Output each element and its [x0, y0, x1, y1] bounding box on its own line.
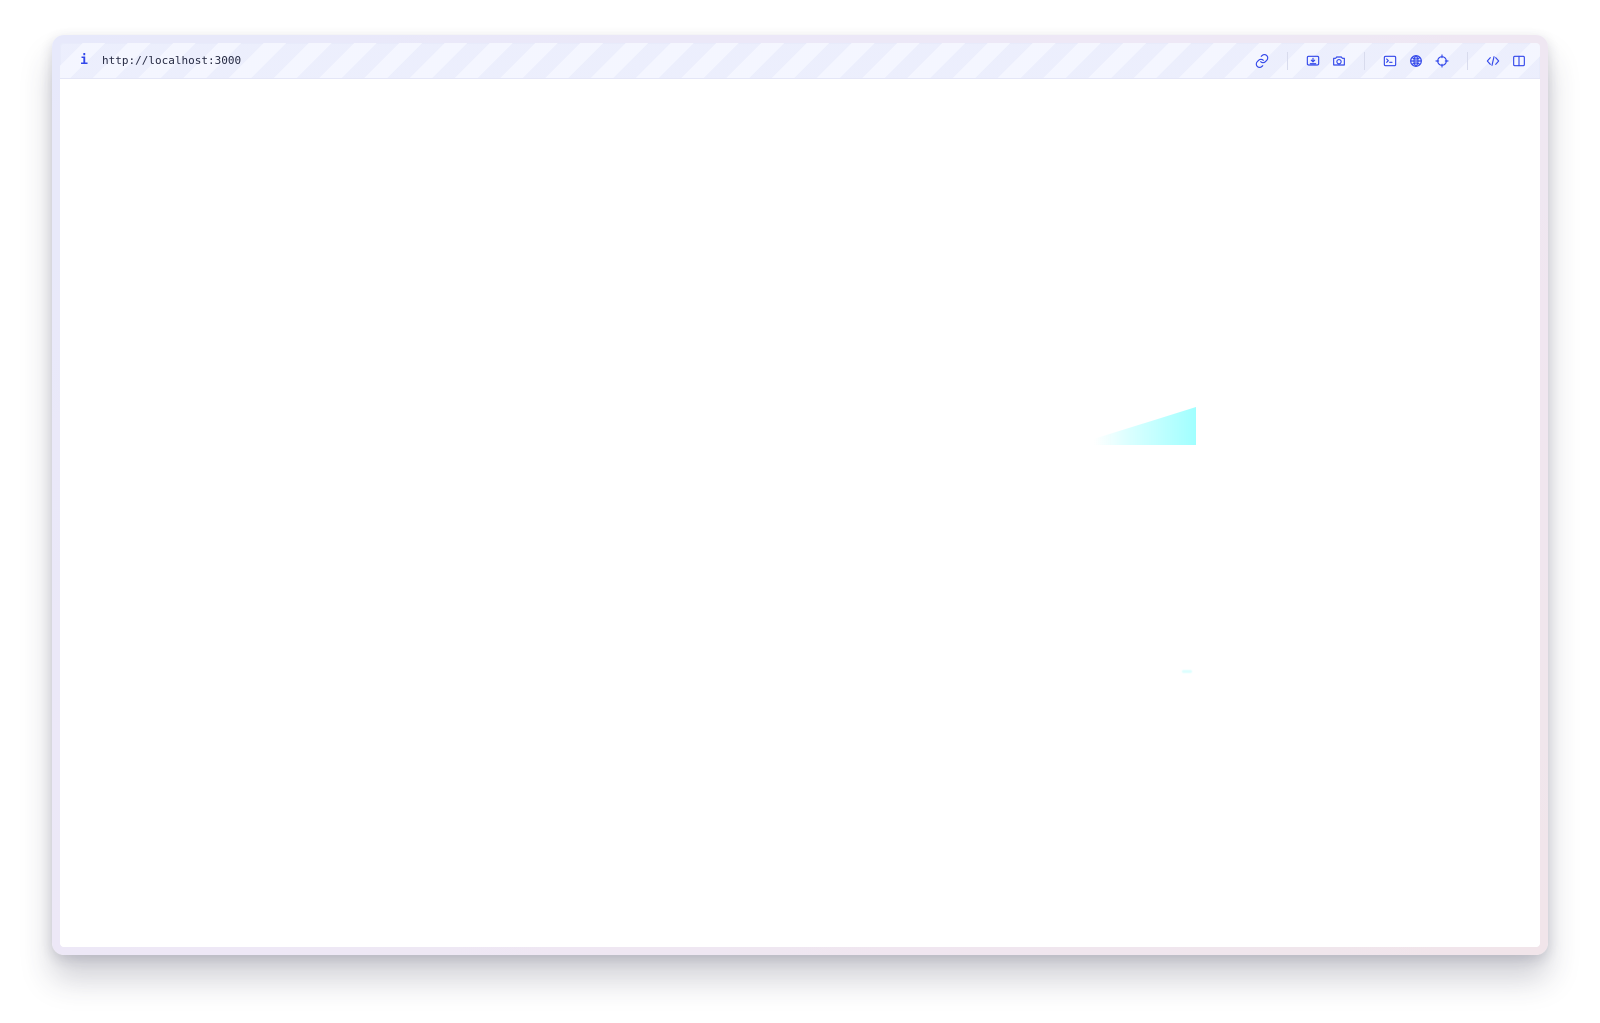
- terminal-icon: [1383, 55, 1397, 66]
- cyan-highlight-streak: [1094, 407, 1196, 445]
- screenshot-button[interactable]: [1330, 52, 1348, 70]
- camera-icon: [1333, 55, 1345, 66]
- toolbar-actions: [1253, 51, 1528, 70]
- download-preview-button[interactable]: [1304, 52, 1322, 70]
- info-icon: i: [80, 53, 88, 68]
- code-icon: [1486, 55, 1500, 66]
- globe-button[interactable]: [1407, 52, 1425, 70]
- globe-icon: [1410, 54, 1422, 67]
- toolbar-group-capture: [1304, 52, 1348, 70]
- toolbar-group-layout: [1484, 52, 1528, 70]
- toolbar-group-tools: [1381, 52, 1451, 70]
- toolbar-divider-1: [1287, 51, 1288, 70]
- download-preview-icon: [1306, 55, 1320, 66]
- screen-stage: i http://localhost:3000: [0, 0, 1600, 1023]
- crosshair-icon: [1435, 53, 1449, 68]
- toolbar-divider-2: [1364, 51, 1365, 70]
- target-button[interactable]: [1433, 52, 1451, 70]
- link-icon: [1255, 53, 1269, 68]
- browser-window: i http://localhost:3000: [60, 43, 1540, 947]
- page-canvas: [60, 79, 1540, 947]
- split-view-button[interactable]: [1510, 52, 1528, 70]
- terminal-button[interactable]: [1381, 52, 1399, 70]
- split-view-icon: [1513, 55, 1525, 66]
- app-window-shell: i http://localhost:3000: [52, 35, 1548, 955]
- browser-viewport: [60, 79, 1540, 947]
- toolbar-left: i http://localhost:3000: [76, 53, 241, 69]
- cyan-highlight-dot: [1182, 670, 1192, 673]
- toolbar-divider-3: [1467, 51, 1468, 70]
- url-text[interactable]: http://localhost:3000: [102, 55, 241, 66]
- toolbar-group-link: [1253, 52, 1271, 70]
- info-icon-button[interactable]: i: [76, 53, 92, 69]
- copy-link-button[interactable]: [1253, 52, 1271, 70]
- code-button[interactable]: [1484, 52, 1502, 70]
- browser-toolbar: i http://localhost:3000: [60, 43, 1540, 79]
